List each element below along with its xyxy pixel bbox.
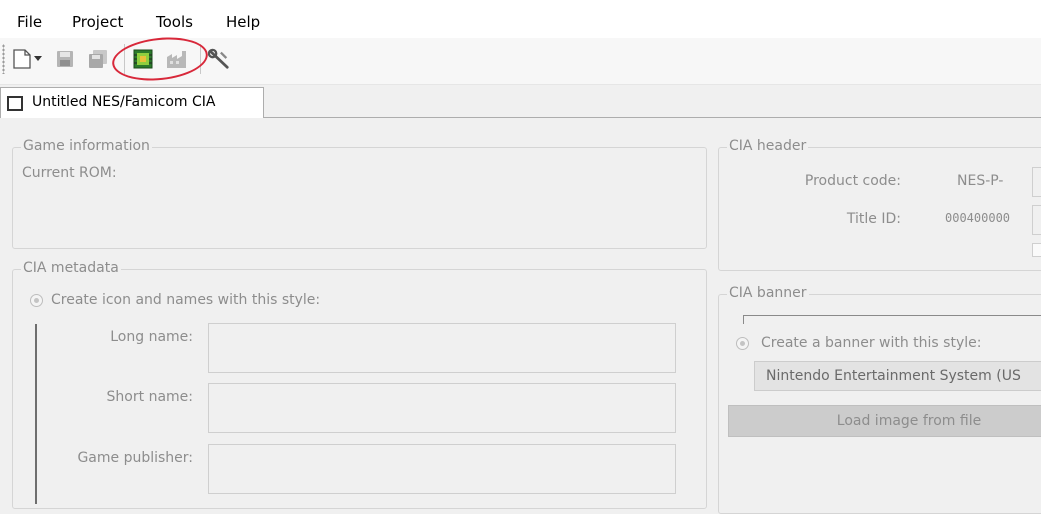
tab-label: Untitled NES/Famicom CIA — [32, 94, 216, 110]
product-code-field[interactable] — [1032, 167, 1041, 197]
product-code-prefix: NES-P- — [957, 173, 1004, 189]
cia-metadata-group: CIA metadata Create icon and names with … — [12, 260, 707, 509]
toolbar-grip[interactable] — [2, 44, 5, 74]
dropdown-arrow-icon[interactable] — [33, 48, 43, 70]
menu-help[interactable]: Help — [226, 13, 260, 31]
group-title: CIA metadata — [21, 260, 121, 276]
game-information-group: Game information Current ROM: — [12, 138, 707, 249]
header-checkbox[interactable] — [1032, 243, 1041, 257]
short-name-field[interactable] — [208, 383, 676, 433]
menu-tools[interactable]: Tools — [156, 13, 193, 31]
long-name-field[interactable] — [208, 323, 676, 373]
title-id-field[interactable] — [1032, 205, 1041, 235]
save-icon[interactable] — [54, 48, 76, 70]
icon-style-radio-label: Create icon and names with this style: — [51, 292, 321, 308]
banner-style-radio-label: Create a banner with this style: — [761, 335, 982, 351]
tools-icon[interactable] — [208, 48, 230, 70]
menu-bar: File Project Tools Help — [0, 0, 1041, 38]
document-icon — [7, 96, 23, 111]
tab-untitled-cia[interactable]: Untitled NES/Famicom CIA — [0, 87, 264, 118]
group-title: CIA header — [727, 138, 809, 154]
group-title: Game information — [21, 138, 152, 154]
game-publisher-field[interactable] — [208, 444, 676, 494]
project-panel: Game information Current ROM: CIA metada… — [0, 118, 1041, 514]
short-name-label: Short name: — [106, 389, 193, 405]
new-file-icon[interactable] — [11, 48, 33, 70]
title-id-label: Title ID: — [846, 211, 901, 227]
group-title: CIA banner — [727, 285, 809, 301]
product-code-label: Product code: — [804, 173, 901, 189]
banner-style-value: Nintendo Entertainment System (US — [766, 368, 1021, 384]
title-id-prefix: 000400000 — [945, 211, 1011, 225]
cia-header-group: CIA header Product code: NES-P- Title ID… — [718, 138, 1041, 271]
long-name-label: Long name: — [110, 329, 193, 345]
icon-style-radio[interactable] — [30, 294, 43, 307]
current-rom-label: Current ROM: — [22, 165, 117, 181]
menu-project[interactable]: Project — [72, 13, 123, 31]
banner-style-select[interactable]: Nintendo Entertainment System (US — [754, 361, 1041, 391]
game-publisher-label: Game publisher: — [77, 450, 193, 466]
load-image-button-label: Load image from file — [836, 413, 982, 429]
load-image-button[interactable]: Load image from file — [728, 405, 1041, 437]
banner-frame-line — [743, 315, 1041, 324]
cia-banner-group: CIA banner Create a banner with this sty… — [718, 285, 1041, 514]
save-all-icon[interactable] — [87, 48, 109, 70]
banner-style-radio[interactable] — [736, 337, 749, 350]
menu-file[interactable]: File — [17, 13, 42, 31]
indent-bar — [35, 324, 37, 504]
